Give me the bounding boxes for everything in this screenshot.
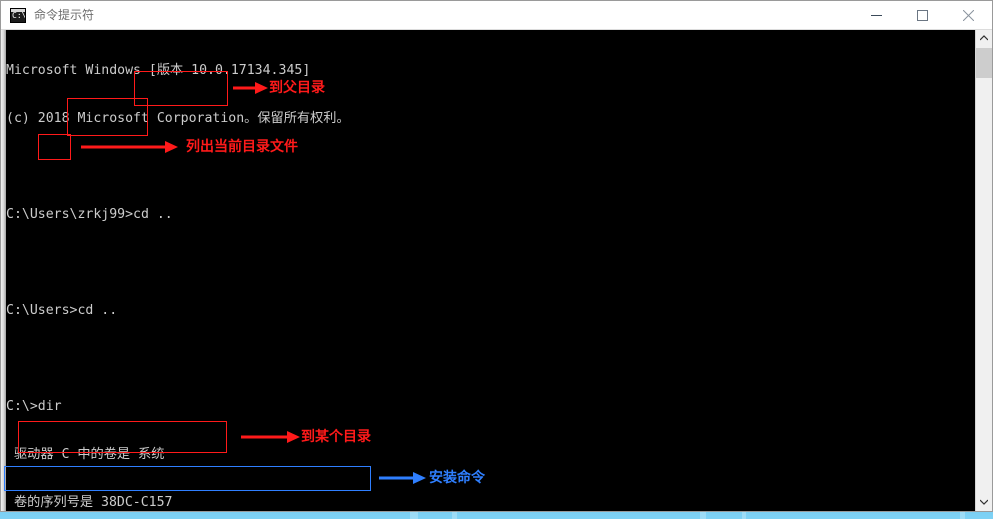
- window-title: 命令提示符: [34, 8, 95, 22]
- console-line: Microsoft Windows [版本 10.0.17134.345]: [6, 63, 311, 78]
- console-line: (c) 2018 Microsoft Corporation。保留所有权利。: [6, 111, 350, 126]
- console-line: 卷的序列号是 38DC-C157: [6, 495, 173, 510]
- command-prompt-window: C:\ 命令提示符 Microsoft Windows [版本 10.0.171…: [0, 0, 993, 512]
- console-output-area[interactable]: Microsoft Windows [版本 10.0.17134.345] (c…: [1, 30, 992, 511]
- scrollbar-thumb[interactable]: [976, 48, 992, 78]
- console-scrollbar[interactable]: [975, 30, 992, 511]
- scroll-down-arrow-icon[interactable]: [976, 494, 992, 511]
- command-prompt-icon: C:\: [10, 8, 26, 23]
- title-bar[interactable]: C:\ 命令提示符: [1, 1, 992, 30]
- console-line-cd-parent-2: C:\Users>cd ..: [6, 303, 118, 318]
- console-line-cd-parent-1: C:\Users\zrkj99>cd ..: [6, 207, 173, 222]
- scroll-up-arrow-icon[interactable]: [976, 30, 992, 47]
- maximize-button[interactable]: [899, 1, 945, 29]
- minimize-button[interactable]: [853, 1, 899, 29]
- console-line-dir: C:\>dir: [6, 399, 62, 414]
- console-line: 驱动器 C 中的卷是 系统: [6, 447, 165, 462]
- console-text: Microsoft Windows [版本 10.0.17134.345] (c…: [6, 31, 966, 511]
- scrollbar-track[interactable]: [976, 47, 992, 494]
- close-button[interactable]: [945, 1, 991, 29]
